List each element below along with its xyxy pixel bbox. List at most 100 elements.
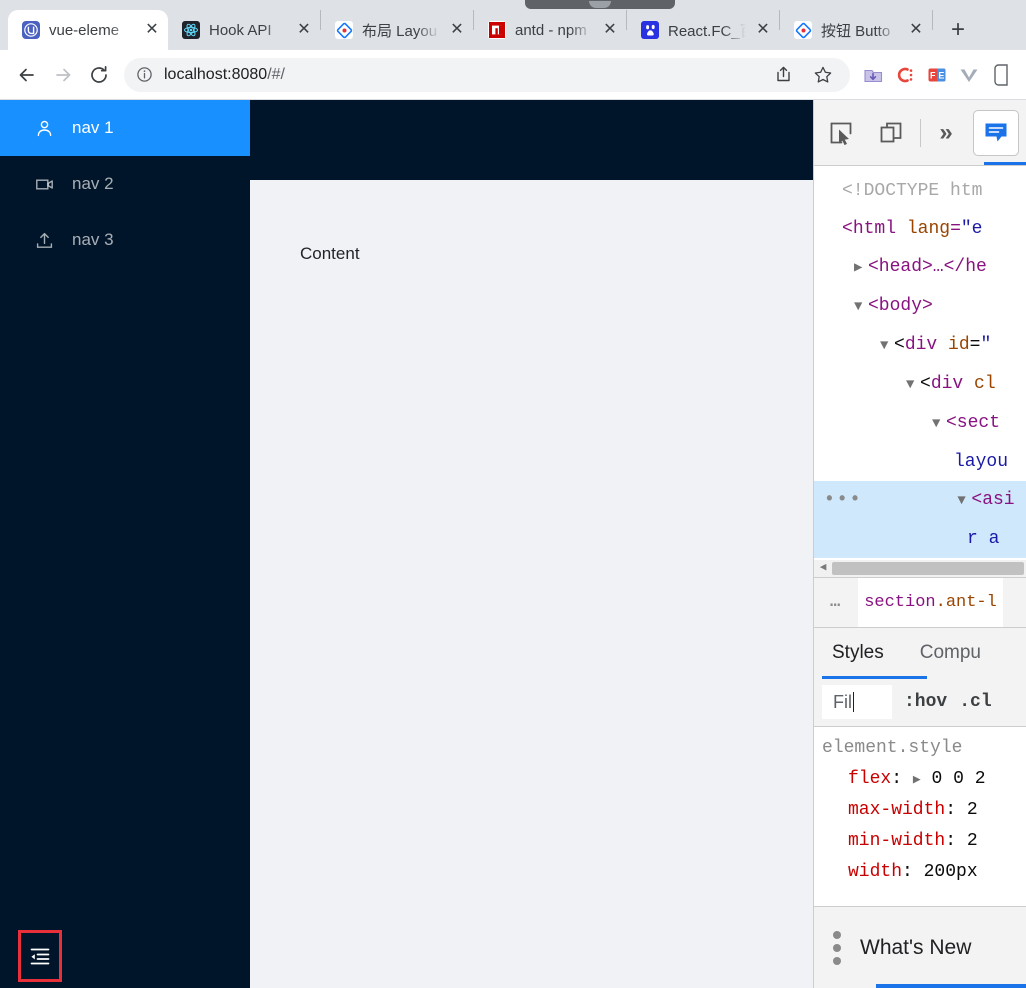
dom-node-row[interactable]: <!DOCTYPE htm: [814, 172, 1026, 210]
elements-panel-icon[interactable]: [973, 109, 1019, 156]
tab-computed[interactable]: Compu: [902, 628, 999, 679]
new-tab-button[interactable]: +: [941, 13, 975, 47]
browser-tab-4[interactable]: React.FC_百 ✕: [627, 10, 779, 50]
forward-arrow-icon[interactable]: [46, 58, 80, 92]
breadcrumb-overflow[interactable]: …: [814, 593, 858, 612]
expand-triangle-icon[interactable]: ▶: [913, 772, 921, 787]
property-value: 2: [966, 830, 978, 851]
property-value: 200px: [923, 861, 978, 882]
hov-toggle[interactable]: :hov: [904, 692, 947, 712]
react-icon: [182, 21, 200, 39]
sidebar-item-label: nav 1: [72, 118, 114, 137]
cls-toggle[interactable]: .cl: [959, 692, 991, 712]
dom-node-row[interactable]: layou: [814, 443, 1026, 481]
style-declaration[interactable]: width: 200px: [822, 857, 1026, 888]
dom-node-badge[interactable]: •••: [824, 481, 862, 519]
property-value: 2: [966, 799, 978, 820]
scroll-left-arrow-icon[interactable]: ◀: [814, 549, 832, 577]
reload-icon[interactable]: [82, 58, 116, 92]
extension-partial-icon[interactable]: [986, 60, 1016, 90]
dom-node-text: <div cl: [920, 374, 996, 394]
c-extension-icon[interactable]: [890, 60, 920, 90]
tab-whats-new[interactable]: What's New: [860, 936, 971, 960]
expand-triangle-icon[interactable]: ▼: [906, 366, 920, 404]
sidebar-item-nav-2[interactable]: nav 2: [0, 156, 250, 212]
style-declaration[interactable]: max-width: 2: [822, 795, 1026, 826]
dom-node-row[interactable]: <html lang="e: [814, 210, 1026, 248]
tab-close-button[interactable]: ✕: [144, 22, 160, 38]
page-viewport: nav 1 nav 2 nav 3 Content: [0, 100, 813, 988]
property-value: 0 0 2: [931, 768, 986, 789]
browser-tab-0[interactable]: vue-eleme ✕: [8, 10, 168, 50]
more-panels-button[interactable]: »: [929, 119, 963, 147]
sidebar-item-nav-3[interactable]: nav 3: [0, 212, 250, 268]
back-arrow-icon[interactable]: [10, 58, 44, 92]
browser-tab-title: React.FC_百: [668, 22, 746, 40]
style-rule-selector[interactable]: element.style: [822, 733, 1026, 764]
expand-triangle-icon[interactable]: ▶: [854, 249, 868, 287]
property-name: max-width: [848, 799, 946, 820]
tab-close-button[interactable]: ✕: [602, 22, 618, 38]
dom-node-row-selected-cont[interactable]: r a: [814, 520, 1026, 558]
expand-triangle-icon[interactable]: ▼: [932, 405, 946, 443]
svg-text:F: F: [930, 70, 936, 80]
dom-node-row[interactable]: ▼ <div id=": [814, 326, 1026, 365]
tab-styles[interactable]: Styles: [814, 628, 902, 679]
window-frame-sliver: [525, 0, 675, 9]
address-bar[interactable]: localhost:8080/#/: [124, 57, 850, 92]
tab-close-button[interactable]: ✕: [449, 22, 465, 38]
url-path: /#/: [267, 65, 285, 83]
browser-tab-2[interactable]: 布局 Layou ✕: [321, 10, 473, 50]
scrollbar-thumb[interactable]: [832, 561, 1024, 575]
app-content: Content: [250, 180, 813, 988]
style-declaration[interactable]: min-width: 2: [822, 826, 1026, 857]
expand-triangle-icon[interactable]: ▼: [880, 327, 894, 365]
inspect-element-icon[interactable]: [820, 112, 862, 154]
dom-node-row-selected[interactable]: ••• ▼ <asi: [814, 481, 1026, 520]
property-name: flex: [848, 768, 892, 789]
dom-node-text: r a: [967, 529, 1000, 549]
expand-triangle-icon[interactable]: ▼: [957, 482, 971, 520]
dom-node-row[interactable]: ▼ <body>: [814, 287, 1026, 326]
text-caret: [853, 692, 854, 712]
browser-tab-title: 布局 Layou: [362, 22, 438, 40]
dom-node-text: <div id=": [894, 335, 992, 355]
video-camera-icon: [34, 174, 54, 194]
dom-tree[interactable]: <!DOCTYPE htm <html lang="e ▶ <head>…</he…: [814, 166, 1026, 577]
dom-node-text: layou: [954, 452, 1009, 472]
upload-icon: [34, 230, 54, 250]
style-declaration[interactable]: flex: ▶ 0 0 2: [822, 764, 1026, 795]
active-drawer-underline: [876, 984, 1026, 988]
download-manager-icon[interactable]: [858, 60, 888, 90]
app-main: Content: [250, 100, 813, 988]
share-icon[interactable]: [768, 65, 798, 84]
info-circle-icon[interactable]: [136, 66, 154, 83]
breadcrumb-selected[interactable]: section .ant-l: [858, 577, 1003, 627]
browser-tab-1[interactable]: Hook API ✕: [168, 10, 320, 50]
more-options-icon[interactable]: [820, 930, 854, 965]
property-name: min-width: [848, 830, 946, 851]
expand-triangle-icon[interactable]: ▼: [854, 288, 868, 326]
vue-devtools-icon[interactable]: [954, 60, 984, 90]
devtools-drawer: What's New: [814, 906, 1026, 988]
dom-node-row[interactable]: ▼ <div cl: [814, 365, 1026, 404]
tab-close-button[interactable]: ✕: [755, 22, 771, 38]
sidebar-item-nav-1[interactable]: nav 1: [0, 100, 250, 156]
fe-extension-icon[interactable]: FE: [922, 60, 952, 90]
sider-menu: nav 1 nav 2 nav 3: [0, 100, 250, 268]
tab-close-button[interactable]: ✕: [908, 22, 924, 38]
browser-tab-5[interactable]: 按钮 Butto ✕: [780, 10, 932, 50]
device-toolbar-icon[interactable]: [870, 112, 912, 154]
npm-icon: [488, 21, 506, 39]
dom-tree-horizontal-scrollbar[interactable]: ◀: [814, 559, 1026, 577]
dom-node-row[interactable]: ▶ <head>…</he: [814, 248, 1026, 287]
star-icon[interactable]: [808, 65, 838, 85]
browser-tab-title: Hook API: [209, 21, 272, 39]
url-host: localhost:8080: [164, 65, 268, 83]
dom-node-row[interactable]: ▼ <sect: [814, 404, 1026, 443]
styles-filter-input[interactable]: Fil: [822, 685, 892, 719]
tab-close-button[interactable]: ✕: [296, 22, 312, 38]
styles-filter-bar: Fil :hov .cl: [814, 678, 1026, 727]
menu-fold-icon[interactable]: [18, 930, 62, 982]
browser-tab-3[interactable]: antd - npm ✕: [474, 10, 626, 50]
